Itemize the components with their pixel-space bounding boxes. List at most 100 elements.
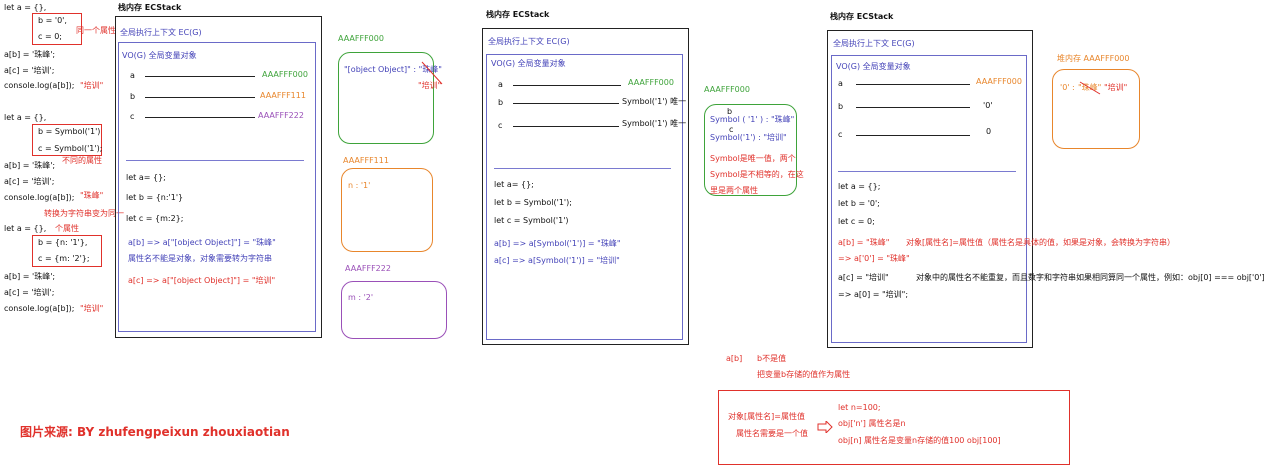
vo-label: VO(G) 全局变量对象 <box>491 59 566 68</box>
var-value: AAAFFF000 <box>976 77 1022 86</box>
strike-icon <box>421 61 443 85</box>
var-value: AAAFFF000 <box>628 78 674 87</box>
var-line <box>145 76 255 77</box>
var-line <box>513 85 621 86</box>
code-line: let a = {}, <box>4 3 47 12</box>
code-line: let c = 0; <box>838 217 875 226</box>
strike-icon <box>1079 81 1101 95</box>
code-line: let c = Symbol('1') <box>494 216 569 225</box>
annotation-note: 同一个属性 <box>76 26 116 35</box>
var-line <box>145 97 255 98</box>
var-value: '0' <box>983 101 993 110</box>
heap-address: AAAFFF111 <box>343 156 389 165</box>
var-address: AAAFFF000 <box>262 70 308 79</box>
var-line <box>856 135 970 136</box>
ec-label: 全局执行上下文 EC(G) <box>488 37 570 46</box>
code-line: console.log(a[b]); <box>4 193 75 202</box>
heap-entry: m : '2' <box>348 293 374 302</box>
explanation: => a[0] = "培训"; <box>838 290 909 299</box>
explanation: a[c] = "培训" <box>838 273 889 282</box>
var-name: a <box>498 80 503 89</box>
ec-label: 全局执行上下文 EC(G) <box>120 28 202 37</box>
code-line: let b = {n:'1'} <box>126 193 184 202</box>
code-line: b = '0', <box>38 16 67 25</box>
heap-note: Symbol是不相等的，在这 <box>710 170 804 179</box>
code-line: c = Symbol('1'); <box>38 144 103 153</box>
var-name: c <box>130 112 135 121</box>
var-name: b <box>838 102 844 111</box>
vo-label: VO(G) 全局变量对象 <box>836 62 911 71</box>
ec-frame <box>118 42 316 332</box>
var-name: b <box>498 98 504 107</box>
code-line: let a= {}; <box>494 180 534 189</box>
explanation: a[c] => a["[object Object]"] = "培训" <box>128 276 276 285</box>
annotation-note: 转换为字符串变为同一 <box>44 209 124 218</box>
var-line <box>513 103 619 104</box>
heap-address: AAAFFF222 <box>345 264 391 273</box>
explanation: 对象中的属性名不能重复，而且数字和字符串如果相同算同一个属性，例如：obj[0]… <box>916 273 1265 282</box>
code-line: let a = {}, <box>4 113 47 122</box>
heap-note: 里是两个属性 <box>710 186 758 195</box>
heap-entry: n : '1' <box>348 181 371 190</box>
var-name: c <box>838 130 843 139</box>
code-line: let b = '0'; <box>838 199 880 208</box>
code-line: let b = Symbol('1'); <box>494 198 572 207</box>
note-text: let n=100; <box>838 403 881 412</box>
code-line: console.log(a[b]); <box>4 81 75 90</box>
var-name: b <box>130 92 136 101</box>
stack-title: 栈内存 ECStack <box>486 10 550 19</box>
explanation: a[b] = "珠峰" <box>838 238 890 247</box>
stack-title: 栈内存 ECStack <box>118 3 182 12</box>
var-value: Symbol('1') 唯一 <box>622 119 687 128</box>
code-line: b = {n: '1'}, <box>38 238 88 247</box>
explanation: => a['0'] = "珠峰" <box>838 254 910 263</box>
code-line: let a= {}; <box>126 173 166 182</box>
code-line: let a = {}, <box>4 224 47 233</box>
vo-label: VO(G) 全局变量对象 <box>122 51 197 60</box>
var-value: Symbol('1') 唯一 <box>622 97 687 106</box>
var-name: a <box>130 71 135 80</box>
code-line: a[c] = '培训'; <box>4 177 55 186</box>
output-value: "培训" <box>80 81 104 90</box>
heap-entry: Symbol('1') : "培训" <box>710 133 787 142</box>
heap-address: AAAFFF000 <box>338 34 384 43</box>
ec-label: 全局执行上下文 EC(G) <box>833 39 915 48</box>
explanation: 属性名不能是对象，对象需要转为字符串 <box>128 254 272 263</box>
note-text: b不是值 <box>757 354 787 363</box>
code-line: let a = {}; <box>838 182 881 191</box>
divider <box>494 168 671 169</box>
var-line <box>856 107 970 108</box>
var-address: AAAFFF222 <box>258 111 304 120</box>
heap-entry: Symbol ( '1' ) : "珠峰" <box>710 115 795 124</box>
heap-object <box>341 281 447 339</box>
note-text: 属性名需要是一个值 <box>736 429 808 438</box>
explanation: a[b] => a["[object Object]"] = "珠峰" <box>128 238 276 247</box>
var-name: a <box>838 79 843 88</box>
var-line <box>856 84 970 85</box>
code-line: let c = {m:2}; <box>126 214 184 223</box>
arrow-right-icon <box>817 421 833 433</box>
explanation: a[c] => a[Symbol('1')] = "培训" <box>494 256 620 265</box>
code-line: a[b] = '珠峰'; <box>4 50 56 59</box>
image-credit: 图片来源: BY zhufengpeixun zhouxiaotian <box>20 425 290 439</box>
code-line: a[c] = '培训'; <box>4 66 55 75</box>
explanation: 对象[属性名]=属性值（属性名是具体的值，如果是对象，会转换为字符串） <box>906 238 1175 247</box>
code-line: console.log(a[b]); <box>4 304 75 313</box>
note-text: 对象[属性名]=属性值 <box>728 412 805 421</box>
var-value: 0 <box>986 127 992 136</box>
divider <box>126 160 304 161</box>
heap-address: AAAFFF000 <box>704 85 750 94</box>
var-line <box>513 126 619 127</box>
code-line: b = Symbol('1') <box>38 127 101 136</box>
note-text: obj[n] 属性名是变量n存储的值100 obj[100] <box>838 436 1001 445</box>
annotation-note: 个属性 <box>55 224 79 233</box>
var-address: AAAFFF111 <box>260 91 306 100</box>
var-name: c <box>498 121 503 130</box>
explanation: a[b] => a[Symbol('1')] = "珠峰" <box>494 239 621 248</box>
annotation-note: 不同的属性 <box>62 156 102 165</box>
stack-title: 栈内存 ECStack <box>830 12 894 21</box>
output-value: "珠峰" <box>80 191 104 200</box>
output-value: "培训" <box>80 304 104 313</box>
heap-note: Symbol是唯一值，两个 <box>710 154 796 163</box>
heap-entry: "培训" <box>1104 83 1128 92</box>
